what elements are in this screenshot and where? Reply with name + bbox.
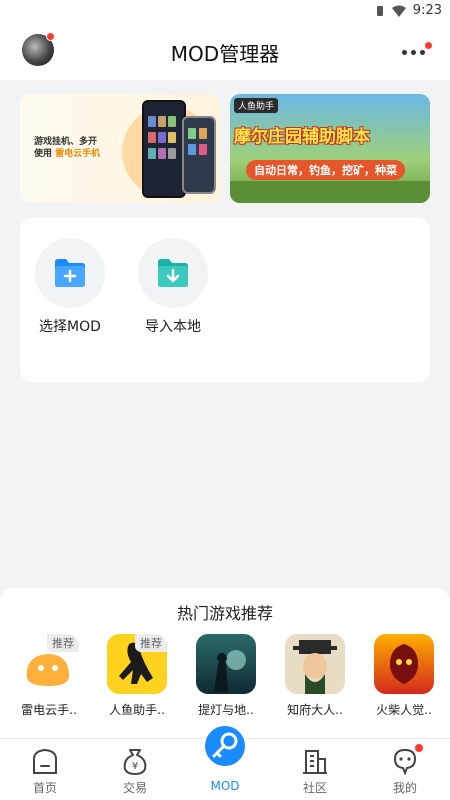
game-item[interactable]: 知府大人.. xyxy=(280,634,350,718)
folder-download-icon xyxy=(158,259,188,287)
title-bar: MOD管理器 xyxy=(0,24,450,80)
banner-mole-manor[interactable]: 人鱼助手 摩尔庄园辅助脚本 自动日常，钓鱼，挖矿，种菜 xyxy=(230,94,430,203)
tab-community[interactable]: 社区 xyxy=(280,747,350,796)
more-options-button[interactable] xyxy=(402,42,432,62)
game-icon xyxy=(374,634,434,694)
game-icon: 推荐 xyxy=(19,634,79,694)
game-item[interactable]: 推荐 雷电云手.. xyxy=(14,634,84,718)
clock: 9:23 xyxy=(412,3,442,18)
select-mod-label: 选择MOD xyxy=(39,319,101,335)
game-item[interactable]: 火柴人觉.. xyxy=(369,634,439,718)
page-title: MOD管理器 xyxy=(170,42,280,66)
tab-home[interactable]: 首页 xyxy=(10,747,80,796)
game-icon xyxy=(285,634,345,694)
import-local-label: 导入本地 xyxy=(145,319,201,335)
svg-text:¥: ¥ xyxy=(132,761,138,772)
banner-subline: 自动日常，钓鱼，挖矿，种菜 xyxy=(246,160,405,180)
tab-label: 首页 xyxy=(32,781,57,795)
tab-mine[interactable]: 我的 xyxy=(370,744,440,796)
notification-dot xyxy=(425,42,432,49)
tab-label: 我的 xyxy=(392,781,417,795)
notification-dot xyxy=(415,744,423,752)
more-icon xyxy=(402,50,425,55)
game-item[interactable]: 推荐 人鱼助手.. xyxy=(102,634,172,718)
game-icon: 推荐 xyxy=(107,634,167,694)
key-icon xyxy=(212,732,238,758)
import-local-button[interactable]: 导入本地 xyxy=(123,238,223,336)
game-item[interactable]: 提灯与地.. xyxy=(191,634,261,718)
battery-icon xyxy=(377,6,383,16)
tab-label: 社区 xyxy=(302,781,327,795)
bottom-tab-bar: 首页 ¥ 交易 MOD 社区 我的 xyxy=(0,723,450,800)
phone-illustration xyxy=(182,116,216,194)
game-icon xyxy=(196,634,256,694)
building-icon xyxy=(301,747,329,775)
phone-illustration xyxy=(142,100,186,198)
moneybag-icon: ¥ xyxy=(121,747,149,775)
recommend-badge: 推荐 xyxy=(47,634,79,652)
banner-text: 游戏挂机、多开 使用 雷电云手机 xyxy=(34,137,101,159)
game-name: 提灯与地.. xyxy=(198,703,254,717)
mod-actions-card: 选择MOD 导入本地 xyxy=(20,218,430,382)
profile-icon xyxy=(391,744,423,776)
banner-headline: 摩尔庄园辅助脚本 xyxy=(234,127,370,147)
hot-games-panel: 热门游戏推荐 推荐 雷电云手.. 推荐 人鱼助手.. 提灯与地.. 知府大人..… xyxy=(0,588,450,738)
mod-fab-button[interactable] xyxy=(202,723,248,769)
hot-games-heading: 热门游戏推荐 xyxy=(176,604,273,623)
tab-trade[interactable]: ¥ 交易 xyxy=(100,747,170,796)
tab-label: MOD xyxy=(210,779,240,793)
tab-label: 交易 xyxy=(122,781,147,795)
game-name: 人鱼助手.. xyxy=(109,703,165,717)
wifi-icon xyxy=(392,5,406,17)
banner-cloud-phone[interactable]: 游戏挂机、多开 使用 雷电云手机 xyxy=(20,94,220,203)
home-icon xyxy=(31,747,59,775)
banner-tag: 人鱼助手 xyxy=(234,98,279,113)
game-name: 知府大人.. xyxy=(287,703,343,717)
status-bar: 9:23 xyxy=(0,0,450,24)
game-name: 雷电云手.. xyxy=(21,703,77,717)
folder-plus-icon xyxy=(55,259,85,287)
select-mod-button[interactable]: 选择MOD xyxy=(20,238,120,336)
game-name: 火柴人觉.. xyxy=(376,703,432,717)
recommend-badge: 推荐 xyxy=(135,634,167,652)
